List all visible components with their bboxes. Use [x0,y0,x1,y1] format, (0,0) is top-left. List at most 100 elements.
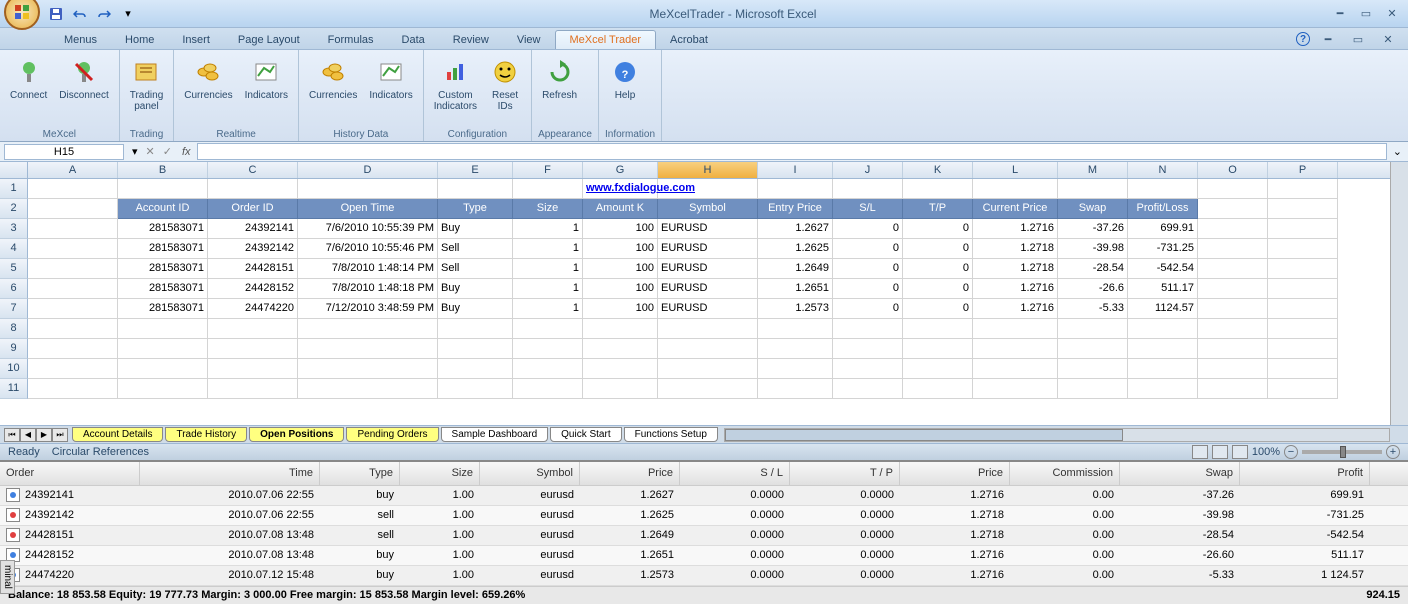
cell[interactable]: 1.2627 [758,219,833,239]
cell[interactable] [118,339,208,359]
cell[interactable]: 1 [513,219,583,239]
cell[interactable] [208,379,298,399]
cell[interactable] [1128,179,1198,199]
cell[interactable] [833,319,903,339]
cell[interactable] [833,359,903,379]
cell[interactable]: 1.2625 [758,239,833,259]
cell[interactable]: -731.25 [1128,239,1198,259]
sheet-tab-open-positions[interactable]: Open Positions [249,427,344,442]
zoom-out-button[interactable]: − [1284,445,1298,459]
row-header[interactable]: 5 [0,259,28,279]
ribbon-indicators[interactable]: Indicators [241,54,292,103]
help-icon[interactable]: ? [1296,32,1310,46]
cell[interactable]: 7/6/2010 10:55:46 PM [298,239,438,259]
terminal-col-header[interactable]: Symbol [480,462,580,485]
cell[interactable]: 100 [583,279,658,299]
cell[interactable]: 281583071 [118,259,208,279]
cell[interactable] [1268,239,1338,259]
cell[interactable] [758,339,833,359]
cell[interactable] [118,379,208,399]
cancel-formula-icon[interactable]: ✕ [142,145,159,158]
cell[interactable]: 0 [833,219,903,239]
header-cell[interactable]: Size [513,199,583,219]
cell[interactable]: 24428152 [208,279,298,299]
cell[interactable]: -39.98 [1058,239,1128,259]
cell[interactable] [298,379,438,399]
fx-icon[interactable]: fx [176,146,197,158]
col-header-M[interactable]: M [1058,162,1128,178]
cell[interactable] [28,299,118,319]
cell[interactable] [1128,319,1198,339]
cell[interactable]: 1.2716 [973,279,1058,299]
header-cell[interactable] [28,199,118,219]
cell[interactable] [758,379,833,399]
formula-input[interactable] [197,143,1387,160]
cell[interactable]: Sell [438,239,513,259]
header-cell[interactable]: T/P [903,199,973,219]
cell[interactable]: 1.2573 [758,299,833,319]
ribbon-help[interactable]: ?Help [605,54,645,103]
terminal-row[interactable]: 244281522010.07.08 13:48buy1.00eurusd1.2… [0,546,1408,566]
office-button[interactable] [4,0,40,30]
header-cell[interactable]: Profit/Loss [1128,199,1198,219]
cell[interactable]: 1 [513,259,583,279]
cell[interactable] [903,359,973,379]
cell[interactable]: 1.2718 [973,239,1058,259]
horizontal-scrollbar[interactable] [724,428,1390,442]
cell[interactable]: EURUSD [658,279,758,299]
header-cell[interactable]: Account ID [118,199,208,219]
tab-formulas[interactable]: Formulas [314,31,388,49]
col-header-J[interactable]: J [833,162,903,178]
cell[interactable]: 0 [833,239,903,259]
terminal-row[interactable]: 244742202010.07.12 15:48buy1.00eurusd1.2… [0,566,1408,586]
tab-home[interactable]: Home [111,31,168,49]
cell[interactable] [28,279,118,299]
tab-page-layout[interactable]: Page Layout [224,31,314,49]
cell[interactable]: 281583071 [118,299,208,319]
cell[interactable]: EURUSD [658,299,758,319]
zoom-in-button[interactable]: + [1386,445,1400,459]
ribbon-custom-indicators[interactable]: CustomIndicators [430,54,481,114]
cell[interactable] [118,319,208,339]
view-page-layout-icon[interactable] [1212,445,1228,459]
col-header-B[interactable]: B [118,162,208,178]
cell[interactable]: 281583071 [118,239,208,259]
cell[interactable]: 0 [903,219,973,239]
cell[interactable]: 1.2716 [973,299,1058,319]
tab-review[interactable]: Review [439,31,503,49]
side-tab-label[interactable]: minal [0,560,15,594]
row-header[interactable]: 8 [0,319,28,339]
cell[interactable]: 0 [833,299,903,319]
cell[interactable] [658,179,758,199]
zoom-slider[interactable] [1302,450,1382,454]
cell[interactable] [513,379,583,399]
cell[interactable] [1198,319,1268,339]
maximize-button[interactable]: ▭ [1354,5,1378,23]
cell[interactable] [833,339,903,359]
ribbon-reset-ids[interactable]: ResetIDs [485,54,525,114]
cell[interactable] [973,339,1058,359]
cell[interactable] [758,179,833,199]
sheet-nav-last[interactable]: ⏭ [52,428,68,442]
col-header-L[interactable]: L [973,162,1058,178]
close-button[interactable]: ✕ [1380,5,1404,23]
cell[interactable]: -26.6 [1058,279,1128,299]
cell[interactable] [1058,319,1128,339]
col-header-K[interactable]: K [903,162,973,178]
cell[interactable] [1198,239,1268,259]
cell[interactable] [1058,379,1128,399]
cell[interactable] [28,339,118,359]
header-cell[interactable]: Open Time [298,199,438,219]
cell[interactable] [208,359,298,379]
save-icon[interactable] [46,4,66,24]
cell[interactable] [658,339,758,359]
cell[interactable] [1268,379,1338,399]
inner-restore-button[interactable]: ▭ [1346,30,1370,48]
cell[interactable] [438,359,513,379]
sheet-tab-quick-start[interactable]: Quick Start [550,427,621,442]
header-cell[interactable]: Type [438,199,513,219]
cell[interactable] [903,339,973,359]
col-header-P[interactable]: P [1268,162,1338,178]
header-cell[interactable]: Amount K [583,199,658,219]
terminal-col-header[interactable]: Swap [1120,462,1240,485]
